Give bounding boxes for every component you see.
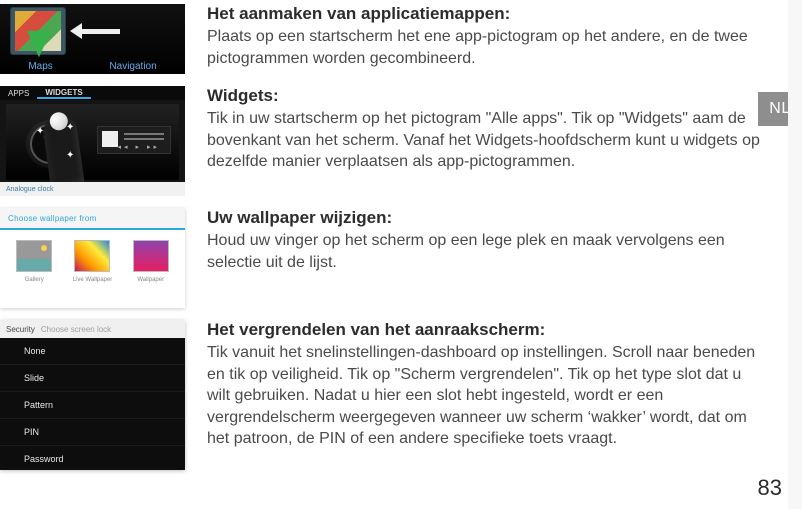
navigation-app-icon [126,7,180,53]
page-number: 83 [758,475,782,501]
wallpaper-opt-gallery: Gallery [16,240,52,283]
section-wallpaper: Choose wallpaper from Gallery Live Wallp… [0,208,802,308]
heading-lock: Het vergrendelen van het aanraakscherm: [207,320,762,340]
maps-label: Maps [28,61,52,72]
body-widgets: Tik in uw startscherm op het pictogram "… [207,108,762,173]
widget-caption: Analogue clock [0,182,185,196]
tab-widgets: WIDGETS [37,88,90,99]
heading-app-folders: Het aanmaken van applicatiemappen: [207,4,762,24]
section-lock: Security Choose screen lock None Slide P… [0,320,802,470]
touch-finger-icon [41,114,84,188]
section-widgets: APPS WIDGETS ◂◂ ▸ ▸▸ ✦ ✦ ✦ Analogue cloc… [0,86,802,196]
wallpaper-dialog-title: Choose wallpaper from [0,208,185,230]
maps-app-icon [10,7,66,55]
thumb-wallpaper: Choose wallpaper from Gallery Live Wallp… [0,208,185,308]
heading-widgets: Widgets: [207,86,762,106]
thumb-widgets: APPS WIDGETS ◂◂ ▸ ▸▸ ✦ ✦ ✦ Analogue cloc… [0,86,185,196]
live-wallpaper-icon [74,240,110,272]
body-app-folders: Plaats op een startscherm het ene app-pi… [207,26,762,69]
wallpaper-icon [133,240,169,272]
music-widget-icon: ◂◂ ▸ ▸▸ [97,126,171,154]
thumb-app-folders-art: Maps Navigation [0,4,185,74]
section-app-folders: Maps Navigation Het aanmaken van applica… [0,4,802,74]
drag-arrow-icon [70,26,120,36]
tab-apps: APPS [0,89,37,98]
thumb-lock-art: Security Choose screen lock None Slide P… [0,320,185,470]
lock-opt-slide: Slide [0,365,185,392]
lock-opt-pin: PIN [0,419,185,446]
vertical-scrollbar[interactable] [788,0,802,509]
manual-page: Maps Navigation Het aanmaken van applica… [0,0,802,509]
lock-opt-password: Password [0,446,185,470]
thumb-wallpaper-art: Choose wallpaper from Gallery Live Wallp… [0,208,185,308]
music-widget-controls: ◂◂ ▸ ▸▸ [118,143,160,151]
lock-header: Security [6,325,35,334]
thumb-app-folders: Maps Navigation [0,4,185,74]
body-wallpaper: Houd uw vinger op het scherm op een lege… [207,230,762,273]
maps-pin-icon [27,31,51,57]
lock-opt-pattern: Pattern [0,392,185,419]
gallery-icon [16,240,52,272]
body-lock: Tik vanuit het snelinstellingen-dashboar… [207,342,762,450]
wallpaper-opt-live: Live Wallpaper [73,240,112,283]
lock-subheader: Choose screen lock [41,325,111,334]
navigation-label: Navigation [109,61,156,72]
thumb-widgets-art: APPS WIDGETS ◂◂ ▸ ▸▸ ✦ ✦ ✦ Analogue cloc… [0,86,185,196]
wallpaper-opt-wallpaper: Wallpaper [133,240,169,283]
thumb-lock: Security Choose screen lock None Slide P… [0,320,185,470]
heading-wallpaper: Uw wallpaper wijzigen: [207,208,762,228]
lock-opt-none: None [0,338,185,365]
